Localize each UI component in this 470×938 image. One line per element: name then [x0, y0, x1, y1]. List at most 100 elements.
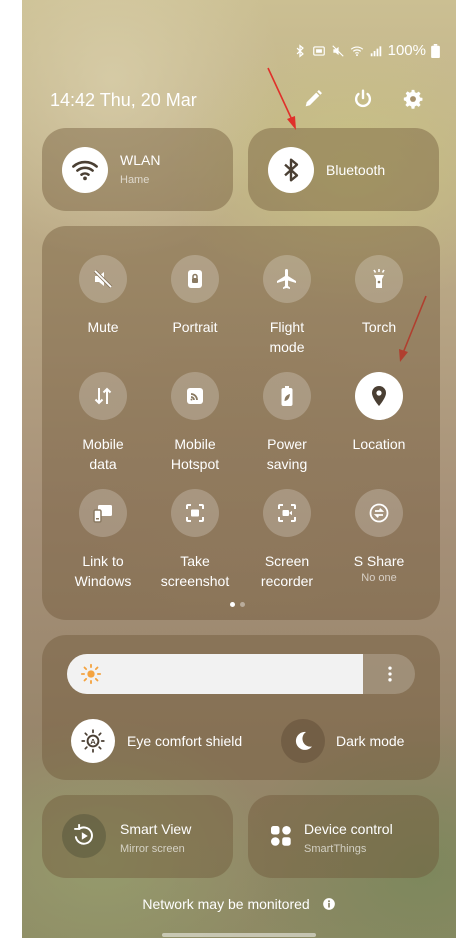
brightness-slider[interactable] [67, 654, 415, 694]
link-to-windows-icon [93, 505, 112, 523]
tile-s-share[interactable]: S Share No one [333, 489, 425, 585]
take-screenshot-button[interactable] [171, 489, 219, 537]
tile-mute[interactable]: Mute [57, 255, 149, 337]
bluetooth-status-icon [296, 43, 304, 58]
more-vertical-icon [387, 666, 392, 682]
bluetooth-tile[interactable]: Bluetooth [248, 128, 439, 211]
battery-leaf-icon [281, 386, 293, 406]
svg-text:A: A [90, 737, 96, 746]
power-icon [354, 89, 372, 108]
tile-location[interactable]: Location [333, 372, 425, 454]
tile-screen-recorder[interactable]: Screen recorder [241, 489, 333, 591]
torch-label: Torch [361, 319, 397, 335]
eye-comfort-toggle[interactable]: A [71, 719, 115, 763]
link-to-windows-button[interactable] [79, 489, 127, 537]
airplane-icon [277, 269, 296, 289]
network-monitored-notice[interactable]: Network may be monitored [22, 896, 456, 912]
page-indicator [230, 602, 245, 607]
screen-recorder-label: Screen recorder [260, 553, 314, 589]
flight-mode-button[interactable] [263, 255, 311, 303]
brightness-more-button[interactable] [364, 654, 415, 694]
tile-take-screenshot[interactable]: Take screenshot [149, 489, 241, 591]
eye-comfort-icon: A [81, 729, 105, 753]
screenshot-icon [186, 504, 204, 522]
home-indicator [162, 933, 316, 937]
date-time: 14:42 Thu, 20 Mar [50, 90, 197, 110]
tile-link-to-windows[interactable]: Link to Windows [57, 489, 149, 591]
tile-mobile-hotspot[interactable]: Mobile Hotspot [149, 372, 241, 474]
device-control-sub: SmartThings [304, 843, 367, 855]
hotspot-icon [187, 388, 203, 404]
mobile-data-button[interactable] [79, 372, 127, 420]
tile-power-saving[interactable]: Power saving [241, 372, 333, 474]
data-arrows-icon [94, 387, 112, 405]
torch-button[interactable] [355, 255, 403, 303]
s-share-status: No one [361, 572, 397, 584]
power-button[interactable] [352, 88, 374, 115]
smart-view-button[interactable] [62, 814, 106, 858]
power-saving-label: Power saving [266, 436, 308, 472]
smart-view-icon [74, 824, 93, 845]
location-label: Location [352, 436, 406, 452]
info-icon [322, 898, 335, 910]
location-button[interactable] [355, 372, 403, 420]
tile-portrait[interactable]: Portrait [149, 255, 241, 337]
bluetooth-toggle[interactable] [268, 147, 314, 193]
mute-button[interactable] [79, 255, 127, 303]
dark-mode-toggle[interactable] [281, 719, 325, 763]
settings-button[interactable] [402, 88, 424, 115]
location-pin-icon [372, 386, 386, 406]
quick-panel: 100% 14:42 Thu, 20 Mar WLAN Hame Bluetoo… [22, 0, 456, 938]
nfc-status-icon [312, 45, 325, 56]
smart-view-tile[interactable]: Smart View Mirror screen [42, 795, 233, 878]
wifi-icon [72, 160, 98, 181]
tile-mobile-data[interactable]: Mobile data [57, 372, 149, 474]
moon-icon [295, 731, 312, 750]
dark-mode-label: Dark mode [336, 733, 405, 749]
portrait-lock-icon [188, 270, 202, 288]
portrait-button[interactable] [171, 255, 219, 303]
gear-icon [403, 89, 423, 109]
network-monitored-text: Network may be monitored [142, 896, 310, 912]
wifi-status-icon [350, 45, 363, 56]
wlan-label: WLAN [120, 152, 161, 168]
device-control-label: Device control [304, 821, 393, 837]
bluetooth-icon [284, 158, 299, 182]
link-to-windows-label: Link to Windows [74, 553, 132, 589]
battery-icon [431, 43, 440, 58]
tile-flight-mode[interactable]: Flight mode [241, 255, 333, 357]
take-screenshot-label: Take screenshot [160, 553, 230, 589]
speaker-mute-icon [93, 269, 113, 289]
eye-comfort-label: Eye comfort shield [127, 733, 243, 749]
signal-status-icon [370, 45, 381, 56]
screen-recorder-button[interactable] [263, 489, 311, 537]
flight-mode-label: Flight mode [269, 319, 305, 355]
s-share-label: S Share [353, 553, 405, 569]
flashlight-icon [373, 269, 385, 288]
edit-button[interactable] [302, 88, 324, 115]
wifi-toggle[interactable] [62, 147, 108, 193]
status-bar: 100% [293, 42, 440, 59]
wlan-tile[interactable]: WLAN Hame [42, 128, 233, 211]
sun-icon [80, 663, 102, 685]
battery-percent: 100% [387, 42, 426, 59]
portrait-label: Portrait [172, 319, 218, 335]
s-share-icon [369, 503, 389, 523]
mute-label: Mute [87, 319, 119, 335]
mobile-hotspot-button[interactable] [171, 372, 219, 420]
bluetooth-label: Bluetooth [326, 162, 386, 178]
power-saving-button[interactable] [263, 372, 311, 420]
smart-view-sub: Mirror screen [120, 843, 185, 855]
wlan-network-name: Hame [120, 174, 150, 186]
pencil-icon [305, 90, 322, 107]
tile-torch[interactable]: Torch [333, 255, 425, 337]
smart-view-label: Smart View [120, 821, 192, 837]
mute-status-icon [331, 44, 344, 57]
page-dot-1 [230, 602, 235, 607]
device-control-icon [271, 826, 291, 846]
brightness-fill [67, 654, 363, 694]
device-control-tile[interactable]: Device control SmartThings [248, 795, 439, 878]
s-share-button[interactable] [355, 489, 403, 537]
screen-recorder-icon [278, 504, 296, 522]
mobile-data-label: Mobile data [82, 436, 124, 472]
